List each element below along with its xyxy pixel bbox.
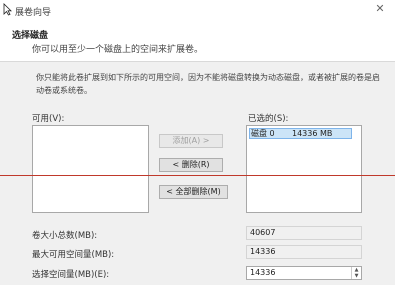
annotation-line (0, 175, 395, 176)
cursor-icon (3, 3, 12, 16)
total-size-label: 卷大小总数(MB): (32, 231, 98, 241)
select-space-value: 14336 (250, 268, 276, 277)
add-button[interactable]: 添加(A) > (159, 134, 223, 148)
selected-label: 已选的(S): (248, 114, 289, 124)
page-subtitle: 你可以用至少一个磁盘上的空间来扩展卷。 (32, 45, 204, 55)
title-bar: 展卷向导 ✕ (0, 0, 395, 20)
wizard-header: 选择磁盘 你可以用至少一个磁盘上的空间来扩展卷。 (0, 20, 395, 62)
page-title: 选择磁盘 (12, 31, 49, 41)
selected-listbox[interactable]: 磁盘 0 14336 MB (246, 125, 362, 213)
max-space-label: 最大可用空间量(MB): (32, 250, 115, 260)
disk-name: 磁盘 0 (251, 129, 275, 138)
disk-size: 14336 MB (292, 129, 333, 138)
remove-button[interactable]: < 删除(R) (159, 158, 223, 172)
description-text: 你只能将此卷扩展到如下所示的可用空间，因为不能将磁盘转换为动态磁盘，或者被扩展的… (36, 73, 380, 95)
remove-all-button[interactable]: < 全部删除(M) (159, 185, 228, 199)
select-space-input[interactable]: 14336 ▲ ▼ (246, 266, 362, 280)
spin-arrows-icon[interactable]: ▲ ▼ (351, 267, 361, 279)
wizard-content: 你只能将此卷扩展到如下所示的可用空间，因为不能将磁盘转换为动态磁盘，或者被扩展的… (0, 62, 395, 285)
window-title: 展卷向导 (15, 8, 52, 18)
max-space-field: 14336 (246, 245, 362, 259)
available-listbox[interactable] (32, 125, 149, 213)
total-size-field: 40607 (246, 226, 362, 240)
selected-disk-item[interactable]: 磁盘 0 14336 MB (249, 128, 352, 139)
select-space-label: 选择空间量(MB)(E): (32, 270, 110, 280)
available-label: 可用(V): (32, 114, 65, 124)
close-button[interactable]: ✕ (372, 2, 388, 16)
